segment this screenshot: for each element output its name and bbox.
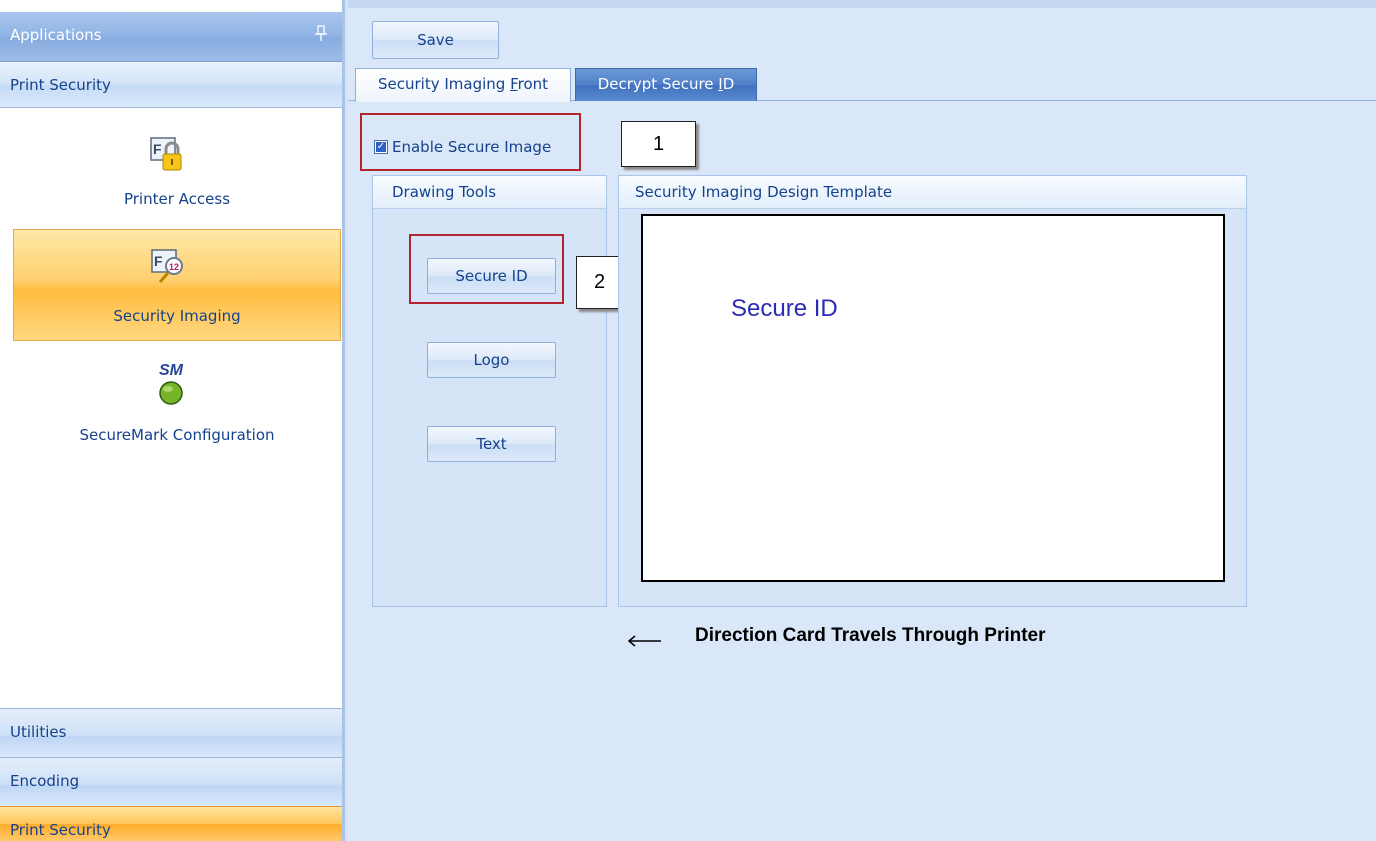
design-template-panel: Security Imaging Design Template Secure … <box>618 175 1247 607</box>
print-security-group-header[interactable]: Print Security <box>0 62 342 108</box>
card-magnifier-icon: F 12 <box>148 246 190 292</box>
lock-card-icon: F <box>147 134 189 180</box>
group-title: Print Security <box>10 76 111 94</box>
tab-label: Security Imaging <box>377 75 511 93</box>
save-button[interactable]: Save <box>372 21 499 59</box>
svg-text:SM: SM <box>159 362 184 379</box>
sidebar-group-print-security[interactable]: Print Security <box>0 806 342 841</box>
drawing-tools-title: Drawing Tools <box>373 176 606 209</box>
sidebar-item-securemark-configuration[interactable]: SM SecureMark Configuration <box>13 345 341 445</box>
direction-label: Direction Card Travels Through Printer <box>695 625 1046 646</box>
sidebar-group-encoding[interactable]: Encoding <box>0 757 342 806</box>
pin-icon[interactable] <box>313 24 329 44</box>
group-label: Print Security <box>10 821 111 839</box>
top-strip <box>348 0 1376 8</box>
sidebar-item-label: SecureMark Configuration <box>79 426 275 444</box>
left-arrow-icon <box>627 634 661 650</box>
main-content: Save Security Imaging Front Decrypt Secu… <box>348 0 1376 841</box>
highlight-box-2 <box>409 234 564 304</box>
sidebar-item-security-imaging[interactable]: F 12 Security Imaging <box>13 229 341 341</box>
tab-security-imaging-front[interactable]: Security Imaging Front <box>355 68 571 102</box>
tab-decrypt-secure-id[interactable]: Decrypt Secure ID <box>575 68 757 101</box>
tab-label: D <box>722 75 735 93</box>
svg-text:F: F <box>154 253 163 269</box>
direction-indicator: Direction Card Travels Through Printer <box>627 621 1046 651</box>
tab-label: Decrypt Secure <box>597 75 719 93</box>
callout-2: 2 <box>576 256 623 309</box>
sidebar-item-printer-access[interactable]: F Printer Access <box>13 116 341 228</box>
applications-title: Applications <box>10 26 102 44</box>
sidebar-item-label: Security Imaging <box>113 307 241 325</box>
callout-1: 1 <box>621 121 696 167</box>
design-canvas[interactable]: Secure ID <box>641 214 1225 582</box>
navigation-pane: Applications Print Security F Printer Ac… <box>0 0 345 841</box>
securemark-icon: SM <box>153 359 189 413</box>
canvas-secure-id-element[interactable]: Secure ID <box>731 295 838 323</box>
highlight-box-1 <box>360 113 581 171</box>
svg-text:F: F <box>153 141 162 157</box>
applications-header: Applications <box>0 12 342 62</box>
group-label: Encoding <box>10 772 80 790</box>
design-template-title: Security Imaging Design Template <box>619 176 1246 209</box>
sidebar-item-label: Printer Access <box>123 190 231 208</box>
logo-button[interactable]: Logo <box>427 342 556 378</box>
text-button[interactable]: Text <box>427 426 556 462</box>
tab-label-mnemonic: F <box>510 75 518 93</box>
svg-text:12: 12 <box>169 262 179 272</box>
tab-label: ront <box>517 75 549 93</box>
group-label: Utilities <box>10 723 67 741</box>
sidebar-group-utilities[interactable]: Utilities <box>0 708 342 757</box>
